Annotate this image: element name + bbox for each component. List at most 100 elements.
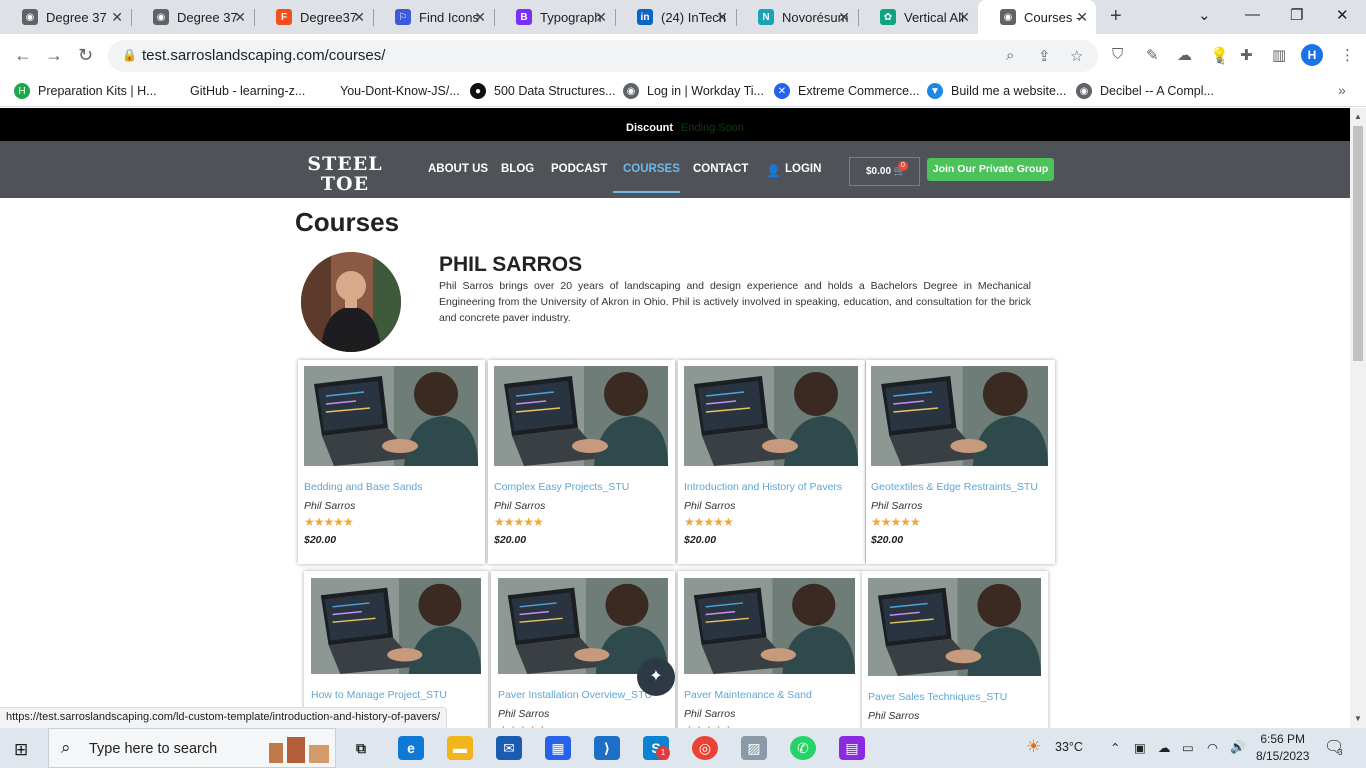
course-thumbnail[interactable] [871, 366, 1048, 466]
winrar-app-icon[interactable]: ▤ [839, 736, 865, 760]
floating-help-button[interactable]: ✦ [637, 658, 675, 696]
meet-now-icon[interactable]: ▣ [1134, 740, 1146, 755]
puzzle-extensions-icon[interactable]: ✚ [1240, 46, 1253, 64]
tab-close-icon[interactable]: ✕ [958, 9, 970, 26]
nav-contact[interactable]: CONTACT [693, 163, 748, 175]
tab-close-icon[interactable]: ✕ [1076, 9, 1088, 26]
minimize-button[interactable]: — [1245, 6, 1260, 23]
profile-avatar[interactable]: H [1301, 44, 1323, 66]
nav-about-us[interactable]: ABOUT US [428, 163, 488, 175]
browser-tab[interactable]: in (24) InTech ✕ [615, 0, 736, 34]
address-url[interactable]: test.sarroslandscaping.com/courses/ [142, 47, 385, 64]
scroll-up-arrow-icon[interactable]: ▲ [1354, 112, 1362, 121]
nav-courses[interactable]: COURSES [623, 163, 680, 175]
bookmark-item[interactable]: ● 500 Data Structures... [470, 83, 616, 99]
lock-icon[interactable]: 🔒 [122, 48, 137, 62]
browser-tab[interactable]: ◉ Degree 37 ✕ [131, 0, 254, 34]
browser-tab[interactable]: ⚐ Find Icons ✕ [373, 0, 494, 34]
course-thumbnail[interactable] [868, 578, 1041, 676]
bookmark-star-icon[interactable]: ☆ [1070, 47, 1083, 65]
more-bookmarks-chevron-icon[interactable]: » [1338, 82, 1346, 98]
site-logo[interactable]: STEEL TOE UNIVERSITY [297, 154, 393, 212]
whatsapp-app-icon[interactable]: ✆ [790, 736, 816, 760]
reload-icon[interactable]: ↻ [78, 45, 93, 66]
course-card[interactable]: Bedding and Base Sands Phil Sarros ★★★★★ $2… [298, 360, 485, 564]
tab-close-icon[interactable]: ✕ [595, 9, 607, 26]
tab-close-icon[interactable]: ✕ [234, 9, 246, 26]
menu-dots-icon[interactable]: ⋮ [1340, 46, 1355, 64]
file-explorer-app-icon[interactable]: ▬ [447, 736, 473, 760]
browser-tab[interactable]: ✿ Vertical Ali ✕ [858, 0, 978, 34]
address-bar[interactable]: 🔒 test.sarroslandscaping.com/courses/ ⌕ … [108, 40, 1098, 72]
join-private-group-button[interactable]: Join Our Private Group [927, 158, 1054, 181]
side-panel-icon[interactable]: ▥ [1272, 46, 1286, 64]
course-card[interactable]: How to Manage Project_STU★★★★★ [304, 571, 488, 728]
mail-app-icon[interactable]: ✉ [496, 736, 522, 760]
nav-blog[interactable]: BLOG [501, 163, 534, 175]
course-title[interactable]: Paver Maintenance & Sand [684, 689, 812, 701]
tab-close-icon[interactable]: ✕ [716, 9, 728, 26]
edge-app-icon[interactable]: e [398, 736, 424, 760]
page-scrollbar[interactable]: ▲ ▼ [1350, 108, 1366, 728]
course-thumbnail[interactable] [311, 578, 481, 674]
weather-icon[interactable]: ☀ [1026, 737, 1041, 757]
bookmark-item[interactable]: You-Dont-Know-JS/... [316, 83, 460, 99]
course-title[interactable]: Paver Installation Overview_STU [498, 689, 652, 701]
course-title[interactable]: How to Manage Project_STU [311, 689, 447, 701]
scrollbar-thumb[interactable] [1353, 126, 1363, 361]
course-title[interactable]: Geotextiles & Edge Restraints_STU [871, 481, 1038, 493]
course-card[interactable]: Geotextiles & Edge Restraints_STU Phil Sa… [866, 360, 1055, 564]
chrome-app-icon[interactable]: ◎ [692, 736, 718, 760]
color-picker-extension-icon[interactable]: ✎ [1146, 46, 1159, 64]
cloud-extension-icon[interactable]: ☁ [1177, 46, 1192, 64]
windows-start-icon[interactable]: ⊞ [14, 740, 28, 760]
wifi-icon[interactable]: ◠ [1207, 740, 1218, 755]
zoom-icon[interactable]: ⌕ [1006, 47, 1014, 64]
course-thumbnail[interactable] [498, 578, 668, 674]
new-tab-button[interactable]: + [1110, 5, 1122, 28]
bookmark-item[interactable]: H Preparation Kits | H... [14, 83, 157, 99]
browser-tab[interactable]: B Typograph ✕ [494, 0, 615, 34]
tab-close-icon[interactable]: ✕ [111, 9, 123, 26]
bookmark-item[interactable]: ▼ Build me a website... [927, 83, 1066, 99]
volume-icon[interactable]: 🔊 [1230, 740, 1246, 755]
course-thumbnail[interactable] [684, 578, 855, 674]
tab-close-icon[interactable]: ✕ [353, 9, 365, 26]
course-thumbnail[interactable] [684, 366, 858, 466]
scroll-down-arrow-icon[interactable]: ▼ [1354, 714, 1362, 723]
cart-button[interactable]: $0.00 🛒 [849, 157, 920, 186]
task-view-icon[interactable]: ⧉ [348, 736, 374, 760]
shield-extension-icon[interactable]: ⛉ [1112, 46, 1123, 63]
taskbar-clock[interactable]: 6:56 PM 8/15/2023 [1256, 731, 1309, 765]
bookmark-item[interactable]: ✕ Extreme Commerce... [774, 83, 920, 99]
course-title[interactable]: Introduction and History of Pavers [684, 481, 842, 493]
course-card[interactable]: Paver Maintenance & SandPhil Sarros★★★★★ [678, 571, 862, 728]
tab-close-icon[interactable]: ✕ [838, 9, 850, 26]
maximize-button[interactable]: ❐ [1290, 6, 1303, 24]
course-card[interactable]: Introduction and History of Pavers Phil S… [678, 360, 865, 564]
tab-close-icon[interactable]: ✕ [474, 9, 486, 26]
bookmark-item[interactable]: ◉ Decibel -- A Compl... [1076, 83, 1214, 99]
course-card[interactable]: Paver Installation Overview_STU Phil Sarr… [491, 571, 675, 728]
course-thumbnail[interactable] [494, 366, 668, 466]
forward-arrow-icon[interactable]: → [45, 45, 63, 66]
browser-tab[interactable]: ◉ Degree 37 ✕ [0, 0, 131, 34]
course-card[interactable]: Complex Easy Projects_STU Phil Sarros ★★★★… [488, 360, 675, 564]
photos-app-icon[interactable]: ▨ [741, 736, 767, 760]
onedrive-cloud-icon[interactable]: ☁ [1158, 740, 1171, 755]
browser-tab[interactable]: F Degree37 ✕ [254, 0, 373, 34]
bookmark-item[interactable]: GitHub - learning-z... [166, 83, 305, 99]
share-icon[interactable]: ⇪ [1038, 47, 1051, 65]
bookmark-item[interactable]: ◉ Log in | Workday Ti... [623, 83, 764, 99]
tab-search-chevron-icon[interactable]: ⌄ [1198, 6, 1211, 24]
course-title[interactable]: Paver Sales Techniques_STU [868, 691, 1007, 703]
taskbar-search[interactable]: ⌕ Type here to search [48, 728, 336, 768]
store-app-icon[interactable]: ▦ [545, 736, 571, 760]
nav-podcast[interactable]: PODCAST [551, 163, 607, 175]
course-card[interactable]: Paver Sales Techniques_STUPhil Sarros★★★… [862, 571, 1048, 728]
vscode-app-icon[interactable]: ⟩ [594, 736, 620, 760]
course-title[interactable]: Complex Easy Projects_STU [494, 481, 629, 493]
nav-login[interactable]: LOGIN [785, 163, 821, 175]
battery-icon[interactable]: ▭ [1182, 740, 1194, 755]
close-window-button[interactable]: ✕ [1336, 6, 1349, 24]
